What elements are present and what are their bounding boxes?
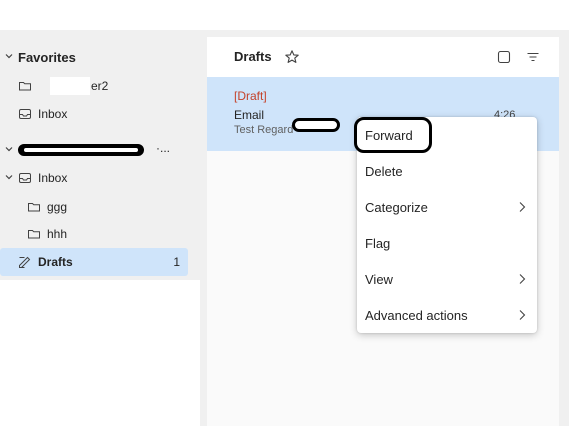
top-bar xyxy=(0,0,569,30)
chevron-down-icon xyxy=(5,175,13,180)
sidebar-item-ggg[interactable]: ggg xyxy=(0,193,188,221)
menu-item-label: Categorize xyxy=(365,200,428,215)
chevron-down-icon xyxy=(5,54,13,59)
chevron-right-icon xyxy=(519,310,526,320)
select-checkbox-icon[interactable] xyxy=(496,49,512,65)
redacted-text xyxy=(50,77,90,95)
favorites-label: Favorites xyxy=(18,50,76,65)
folder-pane: Favorites er2 Inbox ·... Inbox ggg hhh D… xyxy=(0,30,200,426)
star-icon[interactable] xyxy=(284,49,300,65)
sidebar-item-label: er2 xyxy=(91,79,109,93)
draft-tag: [Draft] xyxy=(234,89,267,103)
menu-item-flag[interactable]: Flag xyxy=(357,225,537,261)
sidebar-item-label: Drafts xyxy=(38,255,73,269)
menu-item-view[interactable]: View xyxy=(357,261,537,297)
unread-count: 1 xyxy=(173,255,180,269)
account-header[interactable]: ·... xyxy=(0,136,188,164)
folder-icon xyxy=(28,203,40,212)
sidebar-item-label: Inbox xyxy=(38,171,68,185)
inbox-icon xyxy=(19,109,31,119)
sidebar-empty-area xyxy=(0,280,200,426)
menu-item-label: Delete xyxy=(365,164,403,179)
sidebar-item-label: hhh xyxy=(47,227,68,241)
chevron-right-icon xyxy=(519,274,526,284)
highlight-annotation xyxy=(354,117,432,153)
message-sender: Email xyxy=(234,108,265,122)
redacted-text xyxy=(292,118,340,132)
message-list-header: Drafts xyxy=(207,37,559,77)
folder-title: Drafts xyxy=(234,49,272,64)
folder-icon xyxy=(28,230,40,239)
sidebar-item-label: Inbox xyxy=(38,107,68,121)
inbox-icon xyxy=(19,173,31,183)
chevron-right-icon xyxy=(519,202,526,212)
sidebar-item-inbox[interactable]: Inbox xyxy=(0,164,188,192)
menu-item-advanced-actions[interactable]: Advanced actions xyxy=(357,297,537,333)
menu-item-label: Flag xyxy=(365,236,391,251)
drafts-icon xyxy=(19,256,31,268)
menu-item-delete[interactable]: Delete xyxy=(357,153,537,189)
sidebar-item-label: ggg xyxy=(47,200,68,214)
account-name-suffix: ·... xyxy=(156,141,170,155)
folder-icon xyxy=(19,82,31,91)
chevron-down-icon xyxy=(5,147,13,152)
sidebar-item-drafts[interactable]: Drafts 1 xyxy=(0,248,188,276)
menu-item-label: Advanced actions xyxy=(365,308,468,323)
filter-icon[interactable] xyxy=(525,49,541,65)
sidebar-item-hhh[interactable]: hhh xyxy=(0,220,188,248)
sidebar-item-favorite-inbox[interactable]: Inbox xyxy=(0,100,188,128)
menu-item-label: View xyxy=(365,272,393,287)
redacted-account-name xyxy=(18,144,144,156)
menu-item-categorize[interactable]: Categorize xyxy=(357,189,537,225)
sidebar-item-favorite-folder[interactable]: er2 xyxy=(0,72,188,100)
favorites-header[interactable]: Favorites xyxy=(0,43,188,71)
